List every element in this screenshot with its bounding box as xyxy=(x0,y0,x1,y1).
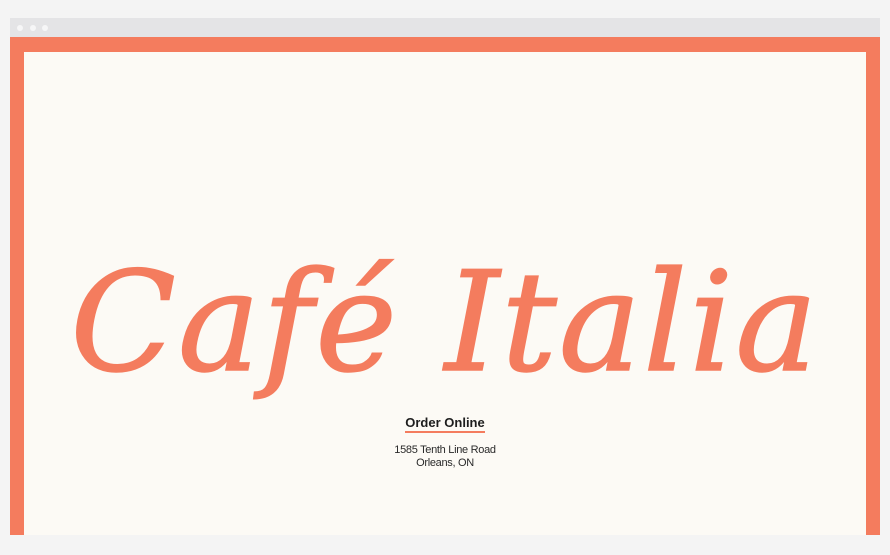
browser-title-bar xyxy=(10,18,880,37)
window-dot-icon[interactable] xyxy=(30,25,36,31)
cafe-italia-logo: Café Italia xyxy=(70,241,819,404)
address-street: 1585 Tenth Line Road xyxy=(394,444,496,456)
order-online-link[interactable]: Order Online xyxy=(24,415,866,433)
address-block: 1585 Tenth Line Road Orleans, ON xyxy=(24,444,866,470)
address-city: Orleans, ON xyxy=(416,457,474,469)
order-online-label[interactable]: Order Online xyxy=(405,416,485,433)
page-frame: Café Italia Order Online 1585 Tenth Line… xyxy=(10,37,880,535)
cafe-italia-logo-text: Café Italia xyxy=(70,242,819,403)
window-dot-icon[interactable] xyxy=(17,25,23,31)
window-dot-icon[interactable] xyxy=(42,25,48,31)
browser-window: Café Italia Order Online 1585 Tenth Line… xyxy=(10,18,880,535)
hero-section: Café Italia Order Online 1585 Tenth Line… xyxy=(24,52,866,535)
